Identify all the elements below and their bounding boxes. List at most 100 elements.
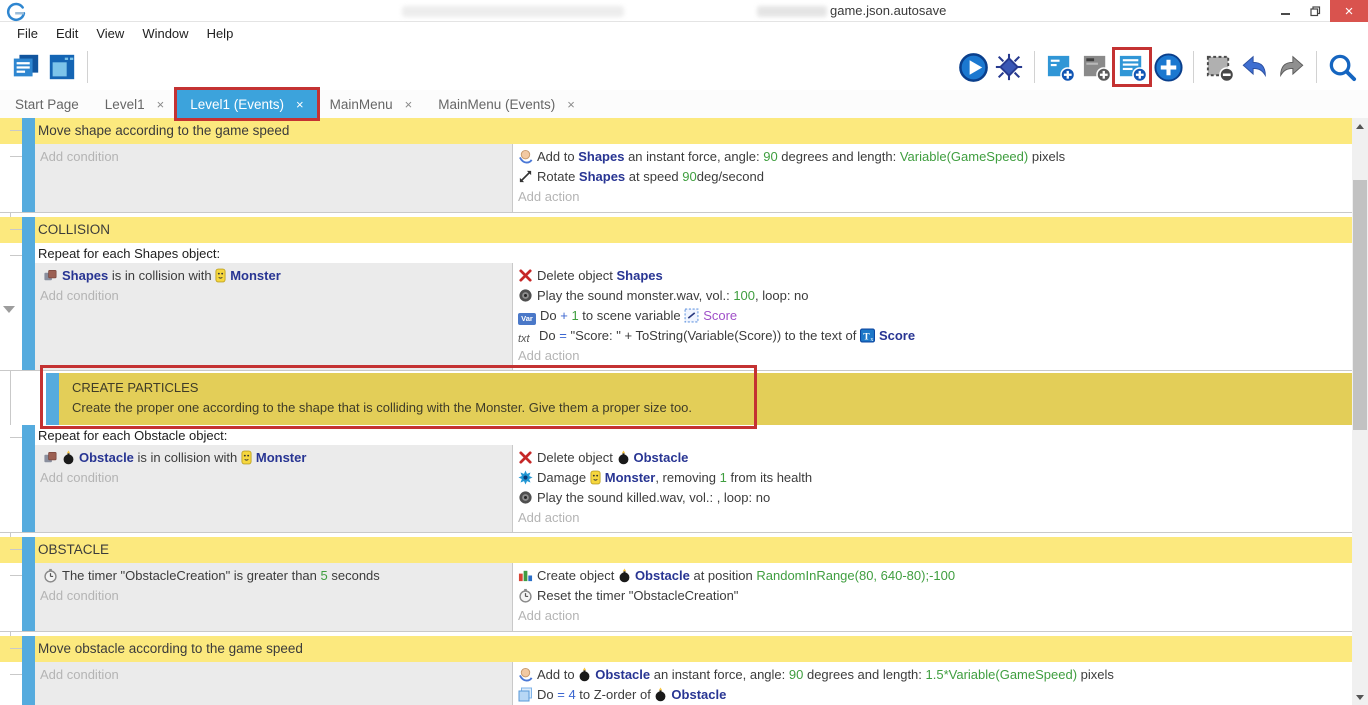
scene-editor-icon[interactable] (45, 50, 79, 84)
instruction-text: Score (879, 328, 915, 343)
conditions-cell[interactable]: Shapes is in collision with MonsterAdd c… (35, 263, 513, 370)
actions-cell[interactable]: Add to Shapes an instant force, angle: 9… (513, 144, 1352, 212)
actions-cell[interactable]: Delete object ShapesPlay the sound monst… (513, 263, 1352, 370)
event-row[interactable]: Add condition Add to Obstacle an instant … (0, 662, 1352, 705)
event-selection-bar[interactable] (22, 425, 35, 532)
comment-event[interactable]: COLLISION (0, 217, 1352, 243)
event-instruction[interactable]: Do = "Score: " + ToString(Variable(Score… (516, 326, 1348, 346)
event-instruction[interactable]: Reset the timer "ObstacleCreation" (516, 586, 1348, 606)
comment-event[interactable]: OBSTACLE (0, 537, 1352, 563)
actions-cell[interactable]: Add to Obstacle an instant force, angle:… (513, 662, 1352, 705)
add-condition-button[interactable]: Add condition (38, 147, 508, 167)
add-event-icon[interactable] (1043, 50, 1077, 84)
debug-icon[interactable] (992, 50, 1026, 84)
close-tab-icon[interactable] (296, 97, 304, 112)
add-condition-button[interactable]: Add condition (38, 286, 508, 306)
event-instruction[interactable]: Play the sound monster.wav, vol.: 100, l… (516, 286, 1348, 306)
event-row[interactable]: Add condition Add to Shapes an instant fo… (0, 144, 1352, 213)
event-instruction[interactable]: The timer "ObstacleCreation" is greater … (38, 566, 508, 586)
conditions-cell[interactable]: Add condition (35, 662, 513, 705)
event-selection-bar[interactable] (22, 243, 35, 370)
menu-window[interactable]: Window (133, 24, 197, 43)
event-instruction[interactable]: Damage Monster, removing 1 from its heal… (516, 468, 1348, 488)
sub-comment-wrapper: CREATE PARTICLESCreate the proper one ac… (0, 373, 1352, 425)
event-selection-bar[interactable] (22, 118, 35, 144)
comment-event[interactable]: CREATE PARTICLESCreate the proper one ac… (46, 373, 1352, 425)
instruction-text: Delete object (537, 268, 617, 283)
menu-edit[interactable]: Edit (47, 24, 87, 43)
close-button[interactable] (1330, 0, 1368, 22)
event-row[interactable]: The timer "ObstacleCreation" is greater … (0, 563, 1352, 632)
add-condition-button[interactable]: Add condition (38, 468, 508, 488)
event-instruction[interactable]: Delete object Obstacle (516, 448, 1348, 468)
add-action-button[interactable]: Add action (516, 606, 1348, 626)
minimize-button[interactable] (1270, 0, 1300, 22)
scene-var-icon (684, 308, 699, 323)
event-instruction[interactable]: Play the sound killed.wav, vol.: , loop:… (516, 488, 1348, 508)
conditions-cell[interactable]: Add condition (35, 144, 513, 212)
add-icon[interactable] (1151, 50, 1185, 84)
scroll-down-arrow[interactable] (1352, 689, 1368, 705)
event-selection-bar[interactable] (22, 563, 35, 631)
event-instruction[interactable]: Add to Obstacle an instant force, angle:… (516, 665, 1348, 685)
instruction-text: Monster (605, 470, 656, 485)
tab-mainmenu[interactable]: MainMenu (317, 90, 426, 118)
event-instruction[interactable]: Obstacle is in collision with Monster (38, 448, 508, 468)
actions-cell[interactable]: Delete object ObstacleDamage Monster, re… (513, 445, 1352, 532)
close-tab-icon[interactable] (157, 97, 165, 112)
event-instruction[interactable]: Add to Shapes an instant force, angle: 9… (516, 147, 1348, 167)
play-icon[interactable] (956, 50, 990, 84)
instruction-text: Obstacle (595, 667, 650, 682)
repeat-event-label[interactable]: Repeat for each Shapes object: (35, 243, 1352, 263)
project-manager-icon[interactable] (9, 50, 43, 84)
event-instruction[interactable]: Create object Obstacle at position Rando… (516, 566, 1348, 586)
comment-event[interactable]: Move shape according to the game speed (0, 118, 1352, 144)
tab-level1[interactable]: Level1 (92, 90, 177, 118)
event-selection-bar[interactable] (22, 144, 35, 212)
fold-arrow-icon[interactable] (3, 306, 15, 313)
restore-button[interactable] (1300, 0, 1330, 22)
event-instruction[interactable]: Rotate Shapes at speed 90deg/second (516, 167, 1348, 187)
tab-mainmenu-events[interactable]: MainMenu (Events) (425, 90, 588, 118)
conditions-cell[interactable]: Obstacle is in collision with MonsterAdd… (35, 445, 513, 532)
scroll-up-arrow[interactable] (1352, 118, 1368, 134)
close-tab-icon[interactable] (567, 97, 575, 112)
comment-event[interactable]: Move obstacle according to the game spee… (0, 636, 1352, 662)
search-icon[interactable] (1325, 50, 1359, 84)
add-subevent-icon[interactable] (1115, 50, 1149, 84)
event-row[interactable]: Repeat for each Shapes object:Shapes is … (0, 243, 1352, 371)
actions-cell[interactable]: Create object Obstacle at position Rando… (513, 563, 1352, 631)
event-row[interactable]: Repeat for each Obstacle object:Obstacle… (0, 425, 1352, 533)
event-instruction[interactable]: Delete object Shapes (516, 266, 1348, 286)
event-selection-bar[interactable] (22, 662, 35, 705)
undo-icon[interactable] (1238, 50, 1272, 84)
remove-event-icon[interactable] (1202, 50, 1236, 84)
event-selection-bar[interactable] (22, 636, 35, 662)
instruction-text: Monster (256, 450, 307, 465)
add-action-button[interactable]: Add action (516, 508, 1348, 528)
scrollbar-thumb[interactable] (1353, 180, 1367, 430)
instruction-text: = (559, 328, 570, 343)
event-instruction[interactable]: Do + 1 to scene variable Score (516, 306, 1348, 326)
tab-start-page[interactable]: Start Page (2, 90, 92, 118)
event-instruction[interactable]: Do = 4 to Z-order of Obstacle (516, 685, 1348, 705)
tab-level1-events[interactable]: Level1 (Events) (177, 90, 316, 118)
conditions-cell[interactable]: The timer "ObstacleCreation" is greater … (35, 563, 513, 631)
repeat-event-label[interactable]: Repeat for each Obstacle object: (35, 425, 1352, 445)
event-selection-bar[interactable] (22, 217, 35, 243)
add-comment-icon[interactable] (1079, 50, 1113, 84)
add-condition-button[interactable]: Add condition (38, 586, 508, 606)
menu-view[interactable]: View (87, 24, 133, 43)
add-condition-button[interactable]: Add condition (38, 665, 508, 685)
menu-file[interactable]: File (8, 24, 47, 43)
toolbar-separator (87, 51, 88, 83)
event-selection-bar[interactable] (22, 537, 35, 563)
event-instruction[interactable]: Shapes is in collision with Monster (38, 266, 508, 286)
close-tab-icon[interactable] (405, 97, 413, 112)
add-action-button[interactable]: Add action (516, 187, 1348, 207)
menu-help[interactable]: Help (198, 24, 243, 43)
vertical-scrollbar[interactable] (1352, 118, 1368, 705)
add-action-button[interactable]: Add action (516, 346, 1348, 366)
redo-icon[interactable] (1274, 50, 1308, 84)
event-selection-bar[interactable] (46, 373, 59, 425)
